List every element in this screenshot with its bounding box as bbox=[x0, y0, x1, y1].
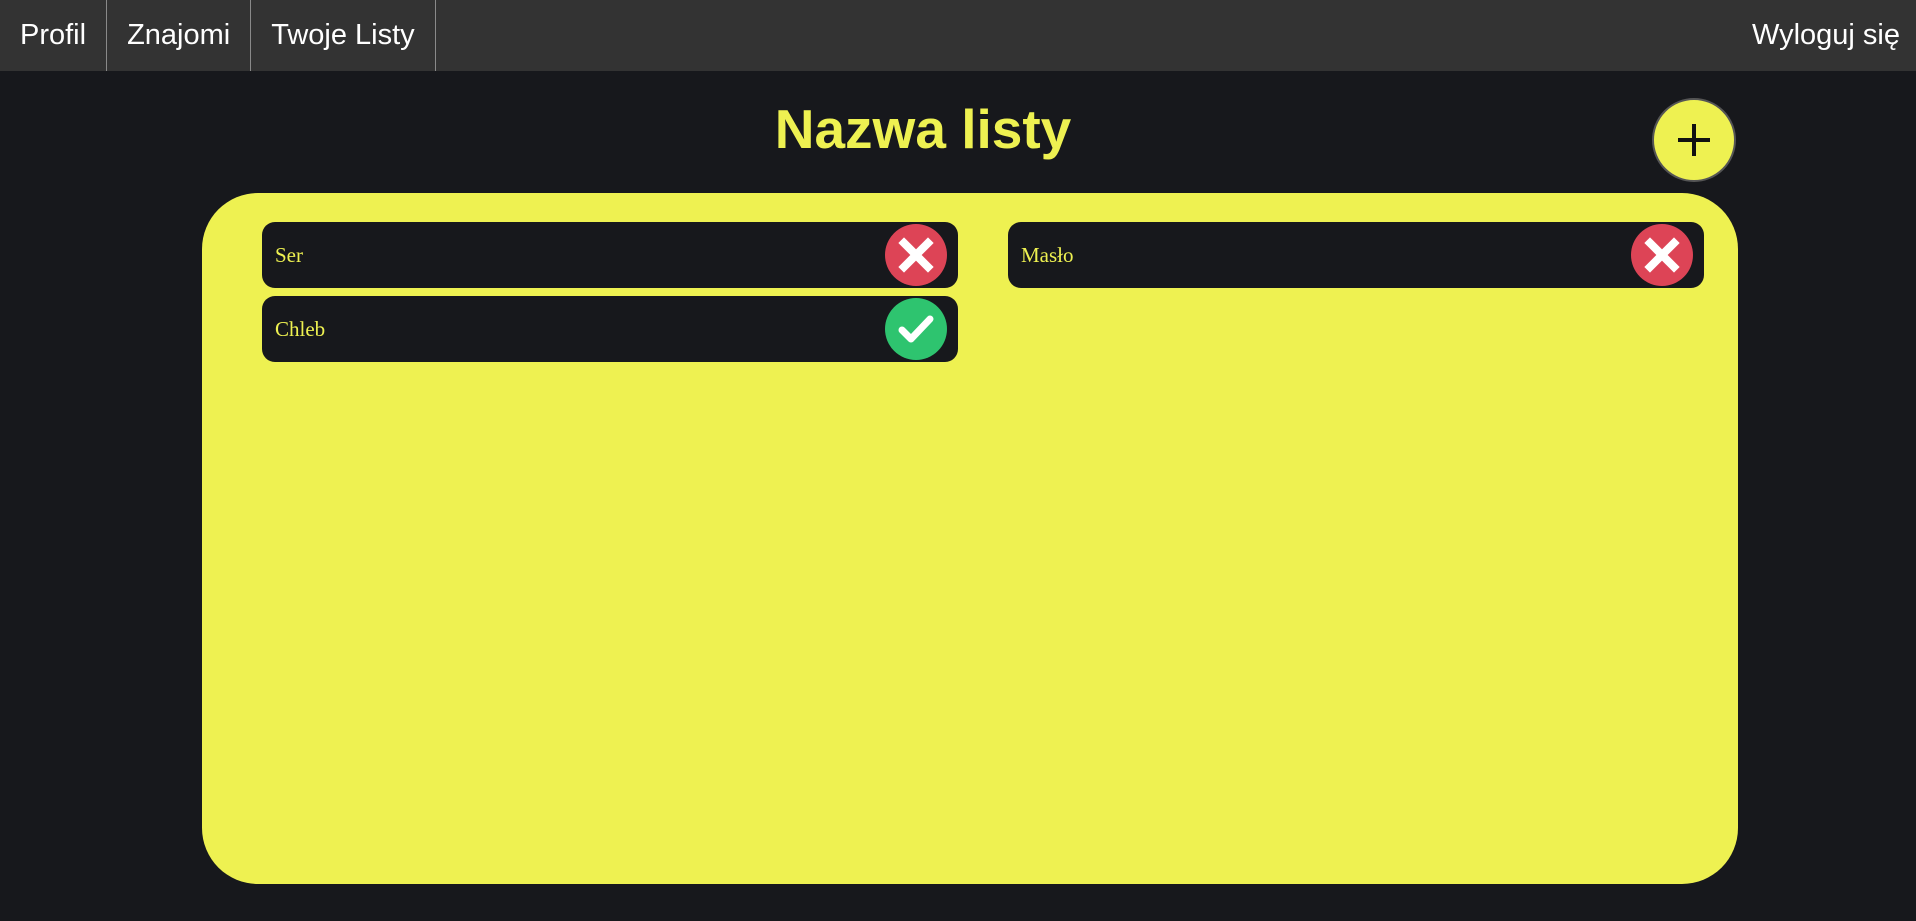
list-item-label: Chleb bbox=[275, 316, 326, 341]
mark-done-button[interactable] bbox=[885, 298, 947, 360]
list-item: Ser bbox=[262, 222, 958, 288]
plus-icon bbox=[1678, 124, 1710, 156]
nav-item-twoje-listy[interactable]: Twoje Listy bbox=[251, 0, 436, 71]
x-icon bbox=[898, 237, 934, 273]
nav-item-profil[interactable]: Profil bbox=[0, 0, 108, 71]
logout-link[interactable]: Wyloguj się bbox=[1752, 0, 1916, 71]
nav-links: Profil Znajomi Twoje Listy bbox=[0, 0, 436, 71]
list-item-label: Masło bbox=[1021, 242, 1074, 267]
x-icon bbox=[1644, 237, 1680, 273]
list-item-label: Ser bbox=[275, 242, 303, 267]
list-item: Chleb bbox=[262, 296, 958, 362]
shopping-list-panel: Ser Chleb Masło bbox=[202, 193, 1738, 884]
add-item-button[interactable] bbox=[1652, 98, 1736, 182]
list-item: Masło bbox=[1008, 222, 1704, 288]
nav-item-znajomi[interactable]: Znajomi bbox=[107, 0, 252, 71]
page-title: Nazwa listy bbox=[774, 98, 1072, 160]
remove-item-button[interactable] bbox=[885, 224, 947, 286]
top-navbar: Profil Znajomi Twoje Listy Wyloguj się bbox=[0, 0, 1916, 71]
check-icon bbox=[898, 315, 934, 343]
remove-item-button[interactable] bbox=[1631, 224, 1693, 286]
